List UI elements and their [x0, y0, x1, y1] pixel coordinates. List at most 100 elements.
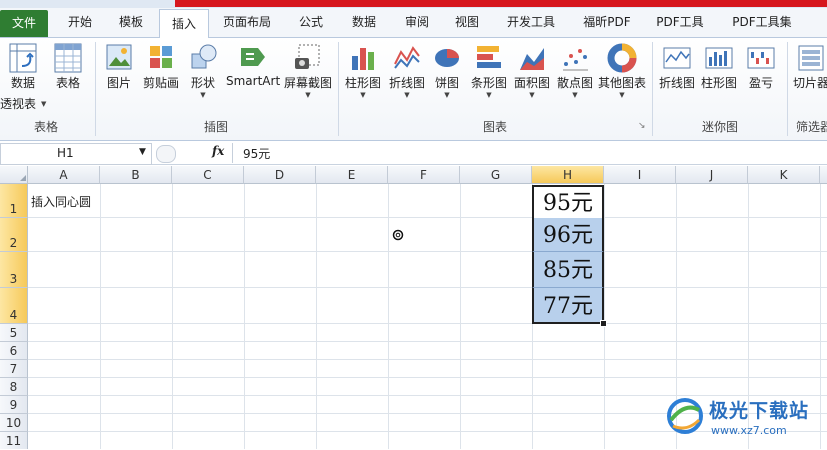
pivot-table-icon [9, 43, 37, 73]
other-charts-label: 其他图表 [597, 76, 646, 90]
column-header[interactable]: E [316, 166, 388, 184]
smartart-label: SmartArt [226, 74, 281, 88]
column-header[interactable]: D [244, 166, 316, 184]
formula-input[interactable]: 95元 [232, 143, 827, 163]
tab-page-layout[interactable]: 页面布局 [215, 8, 279, 37]
chevron-down-icon: ▼ [200, 91, 206, 99]
shapes-label: 形状 [190, 76, 215, 90]
screenshot-button[interactable]: 屏幕截图 ▼ [282, 42, 334, 99]
column-header-selected[interactable]: H [532, 166, 604, 184]
insert-function-icon[interactable]: fx [212, 144, 224, 158]
slicer-button[interactable]: 切片器 [791, 42, 827, 91]
cell-a1[interactable]: 插入同心圆 [31, 193, 91, 210]
formula-bar-resize-handle[interactable] [156, 145, 176, 163]
watermark: 极光下载站 www.xz7.com [665, 392, 825, 446]
tab-view[interactable]: 视图 [446, 8, 488, 37]
tab-file[interactable]: 文件 [0, 10, 48, 37]
gridline [28, 377, 827, 378]
row-header[interactable]: 4 [0, 288, 28, 324]
row-header[interactable]: 11 [0, 432, 28, 449]
sparkline-winloss-button[interactable]: 盈亏 [742, 42, 780, 91]
sparkline-column-button[interactable]: 柱形图 [698, 42, 740, 91]
sparkline-line-button[interactable]: 折线图 [656, 42, 698, 91]
chevron-down-icon: ▼ [360, 91, 366, 99]
tab-pdf-toolset[interactable]: PDF工具集 [725, 8, 799, 37]
gridline [28, 341, 827, 342]
other-charts-button[interactable]: 其他图表 ▼ [596, 42, 648, 99]
line-chart-button[interactable]: 折线图 ▼ [386, 42, 428, 99]
smartart-button[interactable]: SmartArt [226, 42, 280, 88]
tab-review[interactable]: 审阅 [396, 8, 438, 37]
row-header[interactable]: 3 [0, 252, 28, 288]
scatter-chart-button[interactable]: 散点图 ▼ [554, 42, 596, 99]
column-chart-label: 柱形图 [344, 76, 381, 90]
picture-button[interactable]: 图片 [100, 42, 138, 91]
tab-data[interactable]: 数据 [340, 8, 388, 37]
gridline [172, 184, 173, 449]
group-label-charts: 图表 [482, 120, 507, 134]
chevron-down-icon: ▼ [486, 91, 492, 99]
tab-template[interactable]: 模板 [107, 8, 155, 37]
dialog-launcher-icon[interactable]: ↘ [638, 121, 646, 131]
pie-chart-button[interactable]: 饼图 ▼ [430, 42, 464, 99]
cell-h4[interactable]: 77元 [532, 288, 604, 324]
column-header[interactable]: A [28, 166, 100, 184]
area-chart-button[interactable]: 面积图 ▼ [511, 42, 553, 99]
column-header[interactable]: K [748, 166, 820, 184]
fill-handle[interactable] [600, 320, 607, 327]
chevron-down-icon: ▼ [444, 91, 450, 99]
row-header[interactable]: 8 [0, 378, 28, 396]
row-header[interactable]: 2 [0, 218, 28, 252]
clipart-label: 剪贴画 [142, 76, 179, 90]
picture-icon [106, 44, 132, 70]
gridline [388, 184, 389, 449]
row-header[interactable]: 6 [0, 342, 28, 360]
column-header[interactable] [820, 166, 827, 184]
group-label-table: 表格 [33, 120, 58, 134]
group-label-sparklines: 迷你图 [701, 120, 738, 134]
cell-h2[interactable]: 96元 [532, 218, 604, 252]
pie-chart-icon [435, 49, 459, 67]
column-header[interactable]: I [604, 166, 676, 184]
table-button[interactable]: 表格 [48, 42, 88, 91]
column-header[interactable]: G [460, 166, 532, 184]
row-header[interactable]: 1 [0, 184, 28, 218]
name-box[interactable]: H1 ▼ [0, 143, 152, 165]
watermark-title: 极光下载站 [709, 400, 810, 422]
select-all-button[interactable] [0, 166, 28, 184]
pivot-table-button[interactable]: 数据 透视表 ▼ [0, 42, 46, 111]
clipart-button[interactable]: 剪贴画 [140, 42, 182, 91]
chevron-down-icon: ▼ [529, 91, 535, 99]
row-header[interactable]: 10 [0, 414, 28, 432]
column-header[interactable]: J [676, 166, 748, 184]
tab-pdf-tools[interactable]: PDF工具 [650, 8, 710, 37]
tab-insert[interactable]: 插入 [159, 9, 209, 39]
row-header[interactable]: 9 [0, 396, 28, 414]
group-separator [787, 42, 788, 136]
tab-formulas[interactable]: 公式 [290, 8, 332, 37]
row-header[interactable]: 5 [0, 324, 28, 342]
tab-foxit-pdf[interactable]: 福昕PDF [575, 8, 639, 37]
chevron-down-icon[interactable]: ▼ [139, 147, 146, 157]
row-header[interactable]: 7 [0, 360, 28, 378]
clipart-icon [150, 46, 172, 68]
tab-home[interactable]: 开始 [55, 8, 105, 37]
picture-label: 图片 [106, 76, 131, 90]
sparkline-line-label: 折线图 [658, 76, 695, 90]
column-header[interactable]: F [388, 166, 460, 184]
cell-h3[interactable]: 85元 [532, 252, 604, 288]
gridline [244, 184, 245, 449]
column-chart-button[interactable]: 柱形图 ▼ [342, 42, 384, 99]
gridline [460, 184, 461, 449]
column-header[interactable]: B [100, 166, 172, 184]
tab-developer[interactable]: 开发工具 [500, 8, 562, 37]
name-box-value: H1 [57, 146, 74, 160]
gridline [28, 217, 827, 218]
gridline [604, 184, 605, 449]
column-header[interactable]: C [172, 166, 244, 184]
shapes-button[interactable]: 形状 ▼ [185, 42, 221, 99]
cell-h1-active[interactable]: 95元 [532, 185, 604, 218]
table-icon [54, 43, 82, 73]
line-chart-icon [394, 46, 420, 69]
bar-chart-button[interactable]: 条形图 ▼ [468, 42, 510, 99]
